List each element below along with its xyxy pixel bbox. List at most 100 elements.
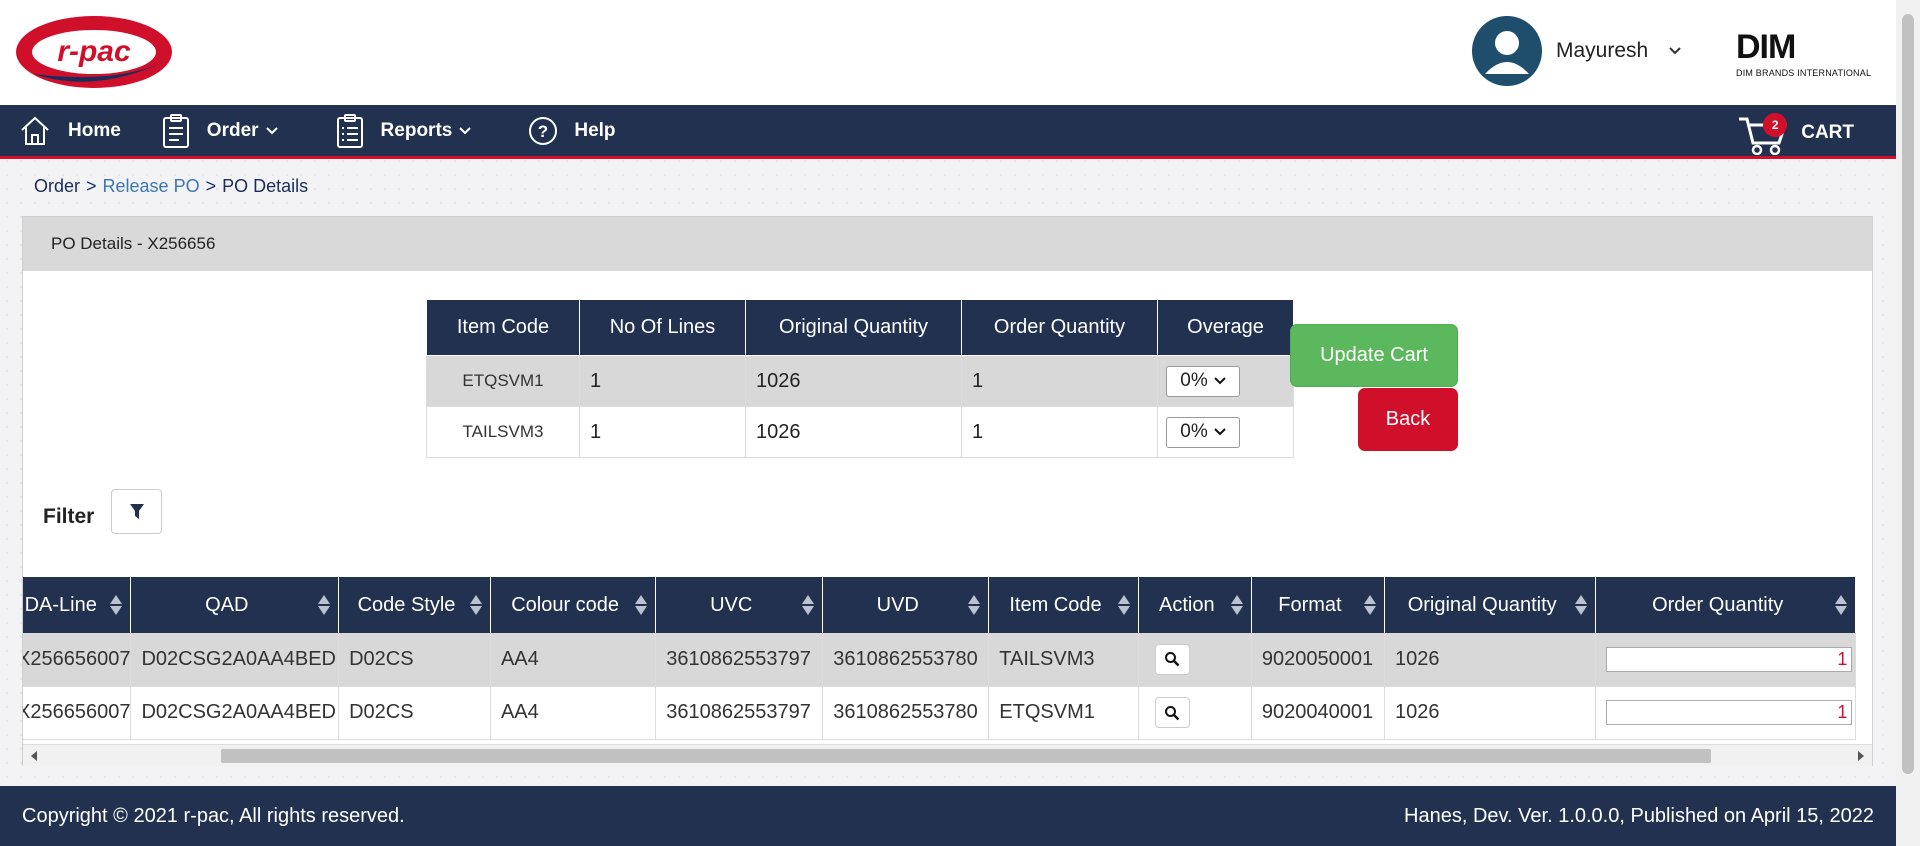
sort-icon <box>1363 595 1376 615</box>
summary-original-qty: 1026 <box>745 355 962 407</box>
grid-header-format[interactable]: Format <box>1251 577 1385 633</box>
sort-icon <box>1575 595 1588 615</box>
overage-value: 0% <box>1180 370 1208 391</box>
card-title: PO Details - X256656 <box>23 217 1872 271</box>
summary-header-original-qty: Original Quantity <box>745 299 962 356</box>
footer-version: Hanes, Dev. Ver. 1.0.0.0, Published on A… <box>1404 804 1874 827</box>
grid-header-label: UVD <box>876 593 919 616</box>
scrollbar-thumb[interactable] <box>221 749 1711 763</box>
order-quantity-input[interactable] <box>1606 700 1853 725</box>
summary-lines: 1 <box>579 355 746 407</box>
chevron-down-icon <box>1214 428 1226 436</box>
summary-order-qty: 1 <box>961 406 1158 458</box>
grid-header-da-line[interactable]: DA-Line <box>23 577 132 633</box>
summary-header-order-qty: Order Quantity <box>961 299 1158 356</box>
chevron-down-icon <box>1214 377 1226 385</box>
summary-header-item-code: Item Code <box>426 299 580 356</box>
summary-item-code: ETQSVM1 <box>426 355 580 407</box>
brand-title: DIM <box>1736 28 1796 66</box>
grid-header-label: Original Quantity <box>1407 593 1557 616</box>
cell-qad: D02CSG2A0AA4BED <box>130 633 340 687</box>
grid-header-code-style[interactable]: Code Style <box>338 577 491 633</box>
user-name: Mayuresh <box>1556 39 1649 62</box>
cell-code-style: D02CS <box>338 686 491 740</box>
grid-header-uvc[interactable]: UVC <box>655 577 824 633</box>
summary-table: Item Code No Of Lines Original Quantity … <box>426 299 1294 458</box>
rpac-logo[interactable]: r-pac <box>14 14 174 90</box>
cell-item-code: ETQSVM1 <box>988 686 1139 740</box>
detail-grid-viewport[interactable]: DA-Line QAD Code Style Colour code UVC U… <box>23 577 1872 767</box>
filter-label: Filter <box>43 505 95 528</box>
back-button[interactable]: Back <box>1358 388 1458 451</box>
app-footer: Copyright © 2021 r-pac, All rights reser… <box>0 786 1896 846</box>
brand-subtitle: DIM BRANDS INTERNATIONAL <box>1736 68 1872 78</box>
sort-icon <box>1230 595 1243 615</box>
summary-row: TAILSVM3 1 1026 1 0% <box>426 406 1294 458</box>
cell-uvd: 3610862553780 <box>822 633 990 687</box>
nav-home-label: Home <box>68 119 121 141</box>
cart-button[interactable]: 2 CART <box>1737 111 1854 156</box>
cell-order-qty <box>1595 633 1856 687</box>
grid-header-order-qty[interactable]: Order Quantity <box>1595 577 1856 633</box>
summary-overage-cell: 0% <box>1157 406 1294 458</box>
update-cart-button[interactable]: Update Cart <box>1290 324 1458 387</box>
nav-order-label: Order <box>206 119 259 141</box>
po-details-card: PO Details - X256656 Item Code No Of Lin… <box>22 216 1873 766</box>
sort-icon <box>469 595 482 615</box>
nav-reports[interactable]: Reports <box>335 113 489 149</box>
search-icon <box>1165 652 1180 667</box>
dim-brand-logo: DIM DIM BRANDS INTERNATIONAL <box>1736 30 1871 78</box>
grid-header-label: Colour code <box>511 593 620 616</box>
grid-header-item-code[interactable]: Item Code <box>988 577 1139 633</box>
grid-header-label: UVC <box>710 593 753 616</box>
summary-original-qty: 1026 <box>745 406 962 458</box>
search-icon <box>1165 705 1180 720</box>
cell-order-qty <box>1595 686 1856 740</box>
summary-header-overage: Overage <box>1157 299 1294 356</box>
grid-header-uvd[interactable]: UVD <box>822 577 990 633</box>
overage-select[interactable]: 0% <box>1166 365 1240 397</box>
cell-code-style: D02CS <box>338 633 491 687</box>
logo-text: r-pac <box>57 35 131 68</box>
sort-icon <box>110 595 123 615</box>
overage-value: 0% <box>1180 421 1208 442</box>
nav-help-label: Help <box>574 119 616 141</box>
summary-row: ETQSVM1 1 1026 1 0% <box>426 355 1294 407</box>
sort-icon <box>318 595 331 615</box>
nav-home[interactable]: Home <box>18 114 121 148</box>
sort-icon <box>968 595 981 615</box>
cell-action <box>1138 686 1252 740</box>
grid-header-label: Format <box>1278 593 1342 616</box>
breadcrumb-release-po[interactable]: Release PO <box>103 176 200 196</box>
scroll-right-icon[interactable] <box>1858 751 1864 761</box>
page-scrollbar[interactable] <box>1896 0 1920 846</box>
breadcrumb-separator: > <box>86 176 97 196</box>
grid-header-qad[interactable]: QAD <box>130 577 340 633</box>
grid-header-colour-code[interactable]: Colour code <box>490 577 657 633</box>
filter-button[interactable] <box>111 489 162 534</box>
grid-header-action[interactable]: Action <box>1138 577 1252 633</box>
cell-action <box>1138 633 1252 687</box>
cell-uvd: 3610862553780 <box>822 686 990 740</box>
cell-uvc: 3610862553797 <box>655 686 824 740</box>
cell-original-qty: 1026 <box>1384 686 1597 740</box>
grid-header-label: DA-Line <box>24 593 97 616</box>
cell-da-line: X256656007 <box>23 633 132 687</box>
overage-select[interactable]: 0% <box>1166 416 1240 448</box>
view-button[interactable] <box>1154 643 1190 675</box>
order-quantity-input[interactable] <box>1606 646 1853 672</box>
breadcrumb-order[interactable]: Order <box>34 176 80 196</box>
view-button[interactable] <box>1154 697 1190 728</box>
nav-order[interactable]: Order <box>161 113 295 149</box>
user-menu[interactable]: Mayuresh <box>1472 16 1682 86</box>
horizontal-scrollbar[interactable] <box>23 744 1872 766</box>
page-scrollbar-thumb[interactable] <box>1902 14 1914 774</box>
chevron-down-icon <box>459 126 472 134</box>
scroll-left-icon[interactable] <box>31 751 37 761</box>
cell-format: 9020040001 <box>1251 686 1385 740</box>
cell-colour-code: AA4 <box>490 686 657 740</box>
nav-help[interactable]: ? Help <box>528 116 616 146</box>
nav-reports-label: Reports <box>380 119 453 141</box>
home-icon <box>21 116 49 145</box>
grid-header-original-qty[interactable]: Original Quantity <box>1384 577 1597 633</box>
